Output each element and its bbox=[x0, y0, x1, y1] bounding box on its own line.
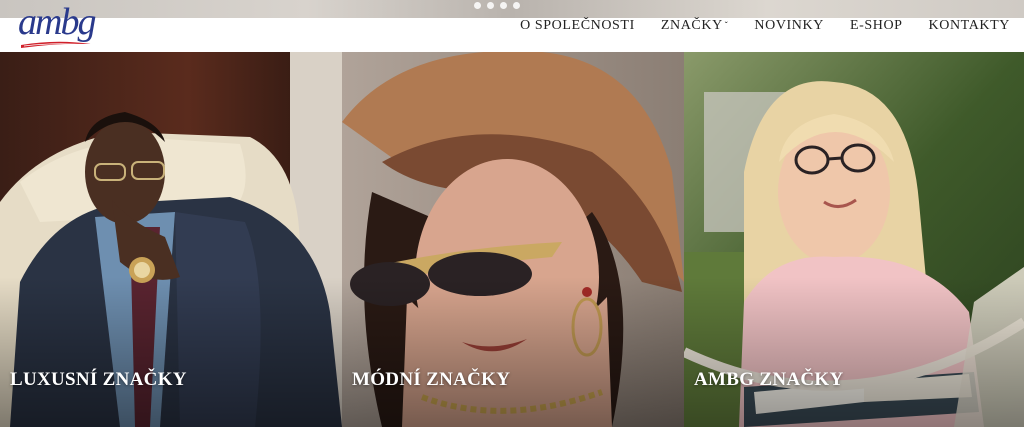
brand-logo[interactable]: ambg bbox=[18, 1, 98, 50]
nav-item-novinky[interactable]: NOVINKY bbox=[741, 17, 837, 35]
panel-title: AMBG ZNAČKY bbox=[694, 369, 844, 390]
main-navigation: O SPOLEČNOSTI ZNAČKY ˇ NOVINKY E-SHOP KO… bbox=[507, 17, 1010, 35]
category-panel-fashion[interactable]: MÓDNÍ ZNAČKY bbox=[342, 52, 684, 427]
nav-item-label: ZNAČKY bbox=[660, 18, 723, 33]
nav-item-e-shop[interactable]: E-SHOP bbox=[837, 17, 916, 35]
site-header: ambg O SPOLEČNOSTI ZNAČKY ˇ NOVINKY E-SH… bbox=[0, 0, 1024, 52]
category-panel-luxury[interactable]: LUXUSNÍ ZNAČKY bbox=[0, 52, 342, 427]
nav-item-label: E-SHOP bbox=[849, 18, 903, 33]
logo-swoosh-icon bbox=[21, 41, 91, 48]
nav-item-label: KONTAKTY bbox=[928, 18, 1010, 33]
chevron-down-icon: ˇ bbox=[724, 19, 729, 30]
nav-item-label: NOVINKY bbox=[754, 18, 824, 33]
category-panels: LUXUSNÍ ZNAČKY MÓDNÍ ZNAČKY AMBG ZNAČKY bbox=[0, 52, 1024, 427]
nav-item-kontakty[interactable]: KONTAKTY bbox=[916, 17, 1010, 35]
category-panel-ambg[interactable]: AMBG ZNAČKY bbox=[684, 52, 1024, 427]
panel-title: LUXUSNÍ ZNAČKY bbox=[10, 369, 187, 390]
nav-item-o-spolecnosti[interactable]: O SPOLEČNOSTI bbox=[507, 17, 648, 35]
panel-title: MÓDNÍ ZNAČKY bbox=[352, 369, 511, 390]
nav-item-label: O SPOLEČNOSTI bbox=[520, 18, 635, 33]
nav-item-znacky[interactable]: ZNAČKY ˇ bbox=[648, 17, 742, 35]
logo-wordmark: ambg bbox=[18, 1, 96, 43]
